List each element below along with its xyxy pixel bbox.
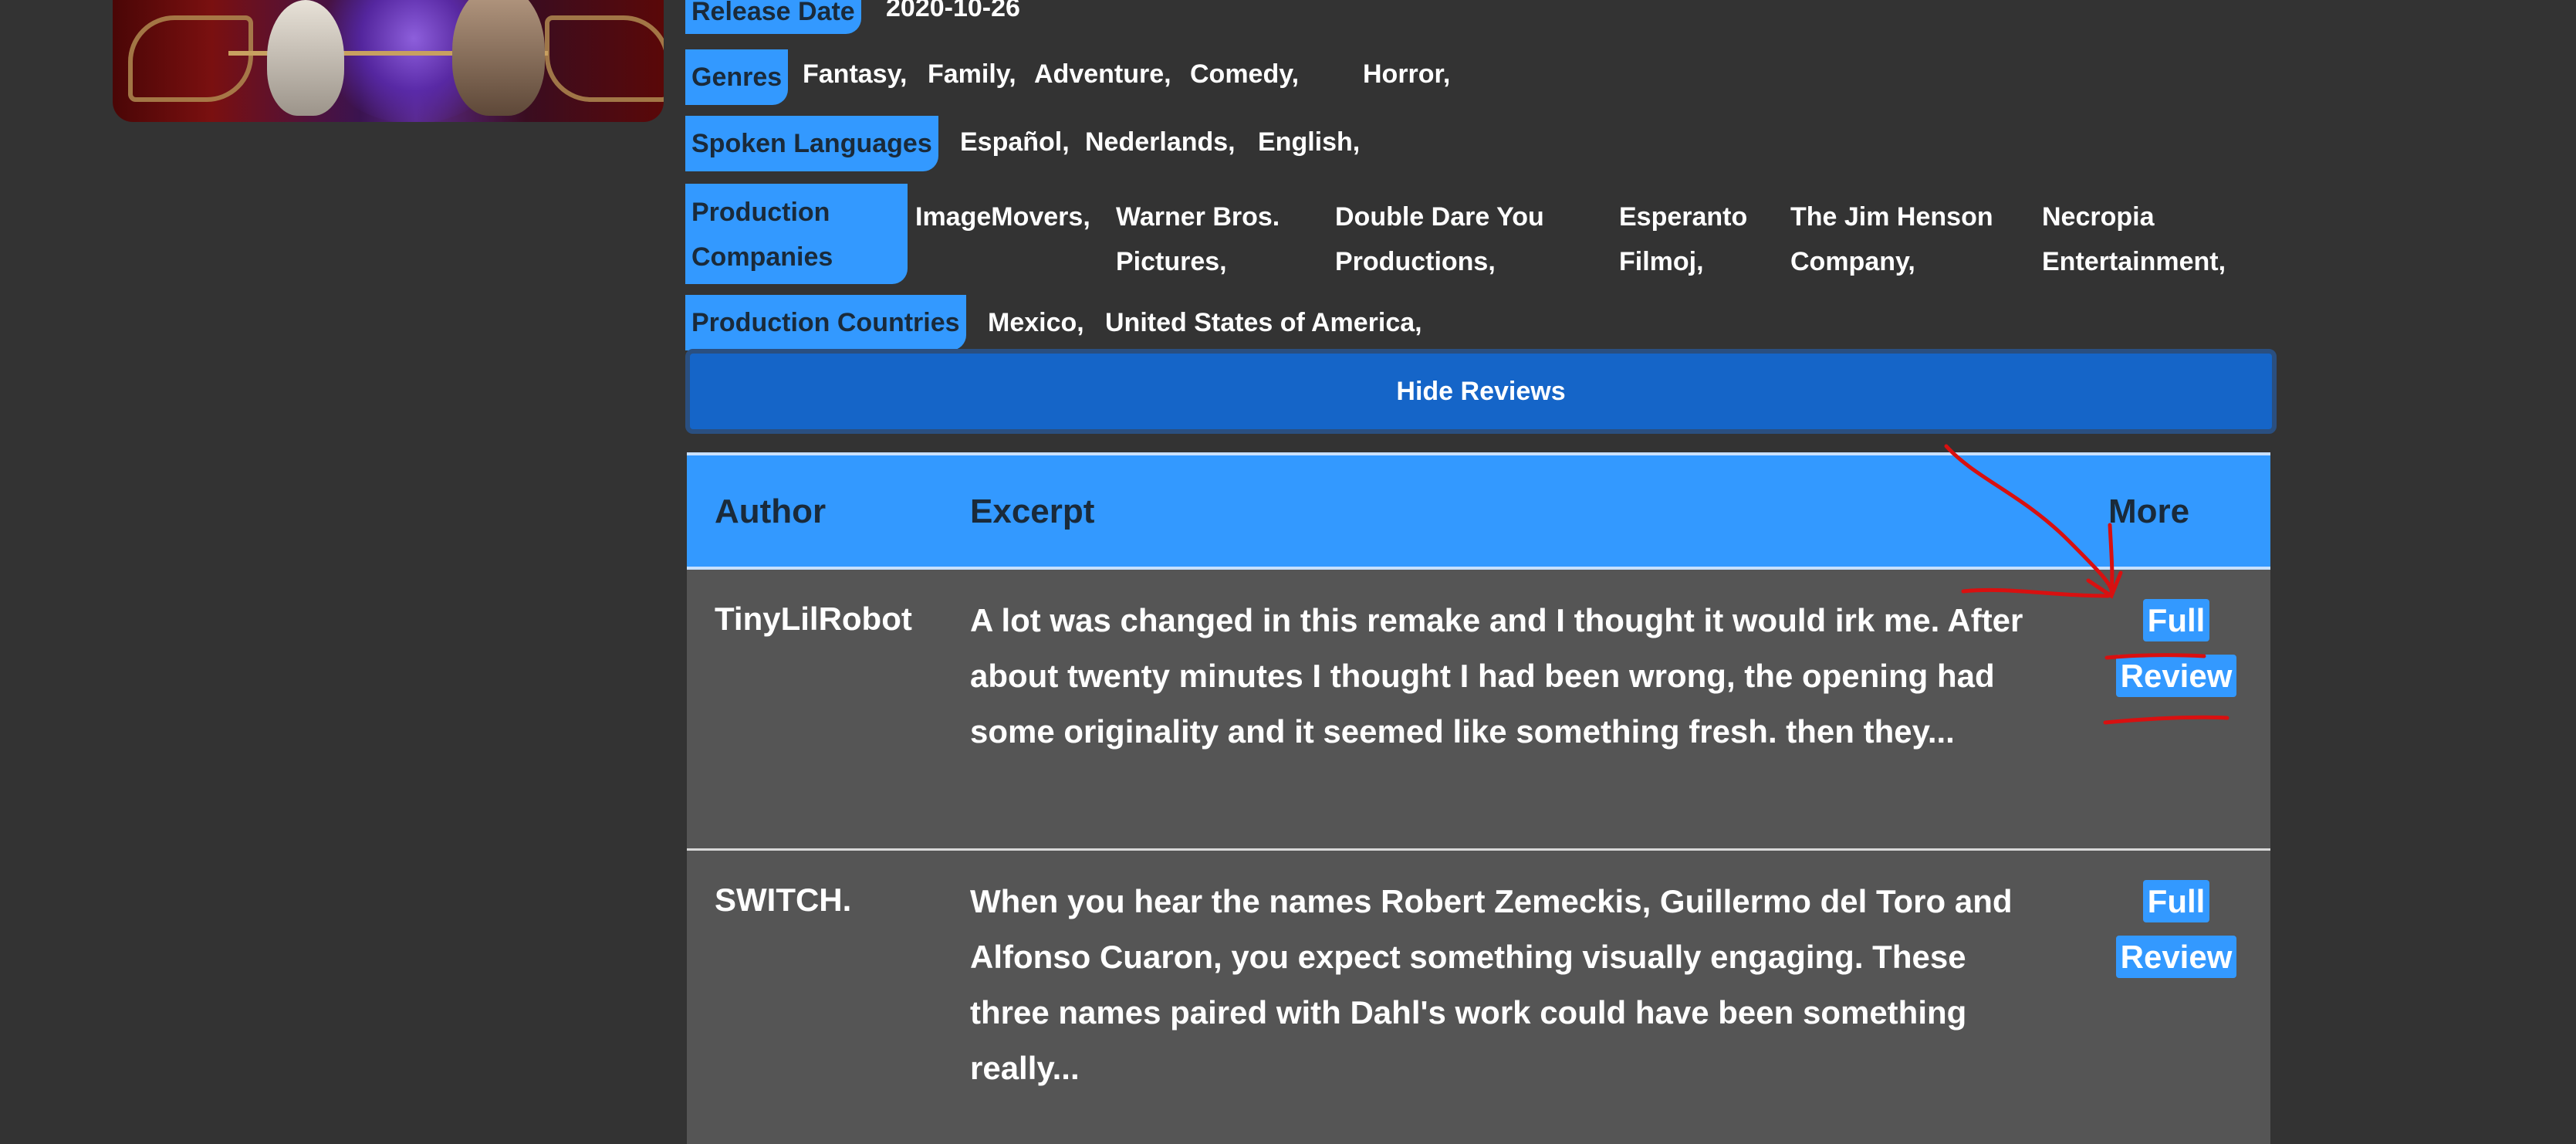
annotation-arrow-icon	[1944, 444, 2229, 725]
